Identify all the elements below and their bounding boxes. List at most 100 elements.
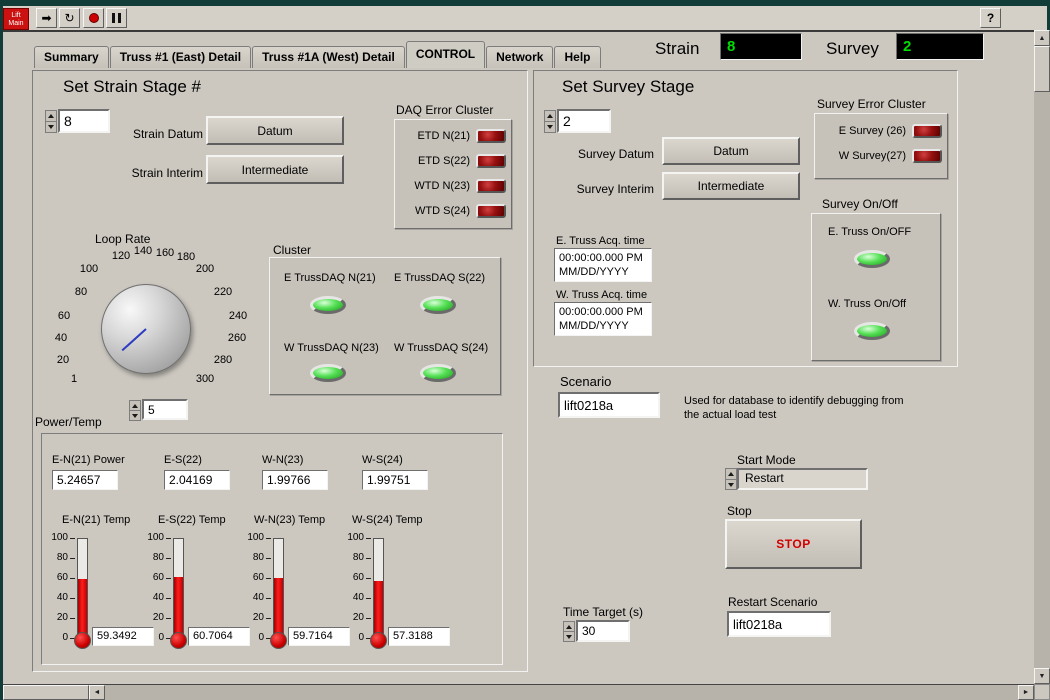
survey-datum-button[interactable]: Datum: [662, 137, 800, 165]
w-truss-onoff-toggle[interactable]: [854, 322, 890, 340]
survey-interim-button[interactable]: Intermediate: [662, 172, 800, 200]
abort-button[interactable]: [83, 8, 104, 28]
scale-label: 20: [144, 612, 164, 623]
w-survey-27-label: W Survey(27): [839, 150, 906, 162]
increment-arrow[interactable]: [726, 469, 736, 480]
power-label: W-N(23): [262, 454, 303, 466]
survey-datum-label: Survey Datum: [554, 147, 654, 161]
knob-scale-label: 40: [55, 332, 67, 344]
thermometer-w-n23: 100 80 60 40 20 0 59.7164: [242, 530, 352, 662]
knob-scale-label: 160: [156, 247, 174, 259]
tab-summary[interactable]: Summary: [34, 46, 109, 68]
etd-n21-label: ETD N(21): [417, 130, 470, 142]
decrement-arrow[interactable]: [564, 632, 574, 641]
start-mode-spinner[interactable]: [725, 468, 737, 490]
daq-error-row: WTD S(24): [395, 198, 511, 223]
scale-label: 60: [48, 572, 68, 583]
e-trussdaq-n21-toggle[interactable]: [310, 296, 346, 314]
restart-scenario-input[interactable]: [727, 611, 831, 637]
stop-button[interactable]: STOP: [725, 519, 862, 569]
loop-rate-spinner[interactable]: [129, 400, 141, 421]
knob-scale-label: 300: [196, 373, 214, 385]
tab-network[interactable]: Network: [486, 46, 553, 68]
strain-interim-button[interactable]: Intermediate: [206, 155, 344, 184]
cluster-box: E TrussDAQ N(21) E TrussDAQ S(22) W Trus…: [269, 257, 501, 395]
horizontal-scroll-thumb[interactable]: [3, 685, 89, 700]
tab-truss1a-west-detail[interactable]: Truss #1A (West) Detail: [252, 46, 405, 68]
time-target-input[interactable]: [576, 620, 630, 642]
horizontal-scrollbar[interactable]: ◄ ►: [3, 684, 1034, 700]
acq-time-line: 00:00:00.000 PM: [559, 251, 647, 265]
vertical-scrollbar[interactable]: ▲ ▼: [1034, 30, 1050, 684]
wtd-n23-label: WTD N(23): [414, 180, 470, 192]
w-trussdaq-n23-toggle[interactable]: [310, 364, 346, 382]
wtd-s24-label: WTD S(24): [415, 205, 470, 217]
temp-label: W-N(23) Temp: [254, 514, 325, 526]
increment-arrow[interactable]: [564, 622, 574, 632]
daq-error-row: ETD S(22): [395, 148, 511, 173]
daq-error-row: WTD N(23): [395, 173, 511, 198]
scroll-left-button[interactable]: ◄: [89, 685, 105, 700]
w-trussdaq-s24-toggle[interactable]: [420, 364, 456, 382]
e-survey-26-led: [912, 124, 942, 138]
knob-scale-label: 20: [57, 354, 69, 366]
scale-label: 80: [244, 552, 264, 563]
run-button[interactable]: ➡: [36, 8, 57, 28]
set-strain-stage-panel: Set Strain Stage # Strain Datum Datum St…: [32, 70, 528, 672]
scenario-input[interactable]: [558, 392, 660, 418]
increment-arrow[interactable]: [545, 111, 555, 122]
strain-stage-input[interactable]: [58, 109, 110, 133]
strain-datum-button[interactable]: Datum: [206, 116, 344, 145]
daq-error-cluster-title: DAQ Error Cluster: [396, 103, 493, 117]
restart-scenario-label: Restart Scenario: [728, 595, 817, 609]
increment-arrow[interactable]: [130, 401, 140, 411]
scale-label: 100: [244, 532, 264, 543]
help-button[interactable]: ?: [980, 8, 1001, 28]
tab-help[interactable]: Help: [554, 46, 600, 68]
acq-date-line: MM/DD/YYYY: [559, 319, 647, 333]
run-continuous-button[interactable]: ↻: [59, 8, 80, 28]
temp-label: W-S(24) Temp: [352, 514, 423, 526]
scale-label: 60: [244, 572, 264, 583]
pause-button[interactable]: [106, 8, 127, 28]
power-value-display: 2.04169: [164, 470, 230, 490]
survey-error-cluster: E Survey (26) W Survey(27): [814, 113, 948, 179]
survey-stage-input[interactable]: [557, 109, 611, 133]
run-icon: ➡: [41, 11, 51, 25]
loop-rate-input[interactable]: [142, 399, 188, 420]
knob-scale-label: 1: [71, 373, 77, 385]
time-target-label: Time Target (s): [563, 605, 643, 619]
time-target-spinner[interactable]: [563, 621, 575, 642]
temp-value-display: 59.7164: [288, 627, 350, 646]
decrement-arrow[interactable]: [545, 122, 555, 132]
scroll-right-button[interactable]: ►: [1018, 685, 1034, 700]
start-mode-value[interactable]: Restart: [737, 468, 868, 490]
daq-error-row: ETD N(21): [395, 123, 511, 148]
w-truss-onoff-label: W. Truss On/Off: [828, 298, 906, 310]
tab-control[interactable]: CONTROL: [406, 41, 485, 68]
scroll-down-button[interactable]: ▼: [1034, 668, 1050, 684]
e-trussdaq-s22-toggle[interactable]: [420, 296, 456, 314]
power-value-display: 1.99751: [362, 470, 428, 490]
survey-stage-spinner[interactable]: [544, 110, 556, 133]
start-mode-control[interactable]: Restart: [725, 468, 868, 490]
scale-label: 20: [48, 612, 68, 623]
knob-scale-label: 200: [196, 263, 214, 275]
power-label: E-N(21) Power: [52, 454, 125, 466]
strain-stage-spinner[interactable]: [45, 110, 57, 133]
loop-rate-label: Loop Rate: [95, 232, 150, 246]
e-truss-onoff-toggle[interactable]: [854, 250, 890, 268]
thermometer-tube: [273, 538, 284, 638]
scroll-up-button[interactable]: ▲: [1034, 30, 1050, 46]
knob-scale-label: 280: [214, 354, 232, 366]
scale-label: 80: [144, 552, 164, 563]
survey-error-row: E Survey (26): [815, 118, 947, 143]
vertical-scroll-thumb[interactable]: [1034, 46, 1050, 92]
control-tab-page: Summary Truss #1 (East) Detail Truss #1A…: [3, 32, 1034, 684]
increment-arrow[interactable]: [46, 111, 56, 122]
decrement-arrow[interactable]: [726, 480, 736, 490]
decrement-arrow[interactable]: [46, 122, 56, 132]
thermometer-w-s24: 100 80 60 40 20 0 57.3188: [342, 530, 452, 662]
decrement-arrow[interactable]: [130, 411, 140, 420]
tab-truss1-east-detail[interactable]: Truss #1 (East) Detail: [110, 46, 251, 68]
